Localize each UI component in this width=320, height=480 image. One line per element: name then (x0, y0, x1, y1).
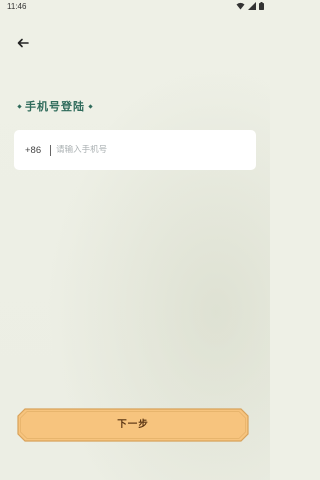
signal-icon (248, 2, 256, 12)
battery-icon (259, 2, 264, 12)
wifi-icon (236, 2, 245, 12)
login-title-row: 手机号登陆 (17, 98, 93, 114)
title-left-dot (17, 103, 22, 109)
status-time: 11:46 (7, 2, 27, 11)
next-step-button[interactable]: 下一步 (17, 408, 249, 442)
status-icons (236, 2, 264, 12)
phone-number-input[interactable] (56, 145, 237, 155)
arrow-left-icon (17, 33, 29, 52)
country-code-selector[interactable]: +86 (25, 145, 41, 156)
title-right-dot (88, 103, 93, 109)
status-bar: 11:46 (0, 0, 270, 14)
back-button[interactable] (12, 32, 34, 52)
phone-input-card: +86 (14, 130, 256, 170)
page-title: 手机号登陆 (25, 100, 85, 113)
input-divider (50, 144, 52, 156)
next-button-label: 下一步 (117, 419, 149, 430)
